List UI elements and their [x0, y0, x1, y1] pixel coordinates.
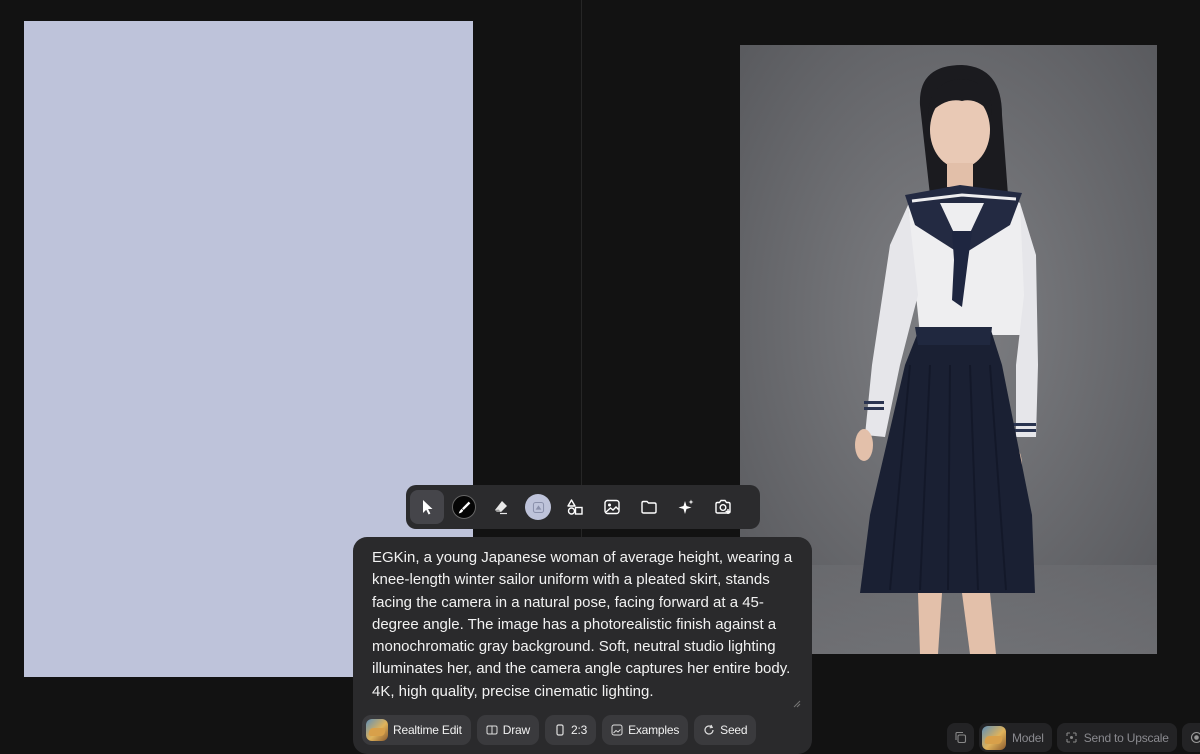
record-icon: [1190, 731, 1200, 744]
brush-icon: [458, 501, 470, 513]
panel-divider[interactable]: [581, 0, 582, 540]
realtime-edit-label: Realtime Edit: [393, 723, 462, 737]
portrait-ratio-icon: [556, 724, 564, 736]
shapes-tool-button[interactable]: [558, 490, 592, 524]
color-swatch-icon: [532, 501, 544, 513]
eraser-icon: [495, 501, 507, 515]
copy-button[interactable]: [947, 723, 974, 752]
canvas-color-swatch: [525, 494, 551, 520]
realtime-edit-button[interactable]: Realtime Edit: [362, 715, 471, 745]
examples-label: Examples: [628, 723, 680, 737]
upscale-icon: [1066, 732, 1077, 743]
prompt-panel: EGKin, a young Japanese woman of average…: [353, 537, 812, 754]
magic-tool-button[interactable]: [669, 490, 703, 524]
shapes-icon: [567, 499, 583, 515]
prompt-options-row: Realtime Edit Draw 2:3 Examples Seed: [362, 715, 757, 745]
copy-icon: [955, 731, 967, 744]
select-tool-button[interactable]: [410, 490, 444, 524]
model-button[interactable]: Model: [979, 723, 1052, 752]
brush-color-swatch: [452, 495, 476, 519]
prompt-textarea[interactable]: EGKin, a young Japanese woman of average…: [372, 547, 797, 703]
camera-tool-button[interactable]: [706, 490, 740, 524]
color-picker-button[interactable]: [521, 490, 555, 524]
folder-icon: [641, 500, 657, 514]
send-to-upscale-button[interactable]: Send to Upscale: [1056, 723, 1177, 752]
model-label: Model: [1012, 730, 1044, 745]
camera-add-icon: [715, 499, 731, 514]
image-tool-button[interactable]: [595, 490, 629, 524]
seed-label: Seed: [720, 723, 748, 737]
aspect-ratio-label: 2:3: [570, 723, 588, 737]
output-controls: Model Send to Upscale: [947, 723, 1200, 752]
image-icon: [604, 499, 620, 515]
draw-label: Draw: [502, 723, 530, 737]
folder-tool-button[interactable]: [632, 490, 666, 524]
draw-mode-icon: [486, 725, 498, 735]
aspect-ratio-button[interactable]: 2:3: [544, 715, 597, 745]
model-thumbnail-small: [982, 725, 1006, 750]
sparkles-icon: [678, 499, 694, 514]
record-button[interactable]: [1181, 723, 1200, 752]
brush-tool-button[interactable]: [447, 490, 481, 524]
examples-gallery-icon: [611, 724, 623, 736]
app-root: EGKin, a young Japanese woman of average…: [0, 0, 1200, 754]
resize-grip-icon[interactable]: [793, 700, 801, 708]
model-thumbnail: [366, 719, 388, 741]
eraser-tool-button[interactable]: [484, 490, 518, 524]
send-to-upscale-label: Send to Upscale: [1083, 730, 1169, 745]
refresh-icon: [704, 724, 714, 735]
examples-button[interactable]: Examples: [602, 715, 689, 745]
cursor-arrow-icon: [423, 500, 433, 515]
tool-bar: [406, 485, 760, 529]
draw-button[interactable]: Draw: [476, 715, 539, 745]
seed-button[interactable]: Seed: [694, 715, 757, 745]
